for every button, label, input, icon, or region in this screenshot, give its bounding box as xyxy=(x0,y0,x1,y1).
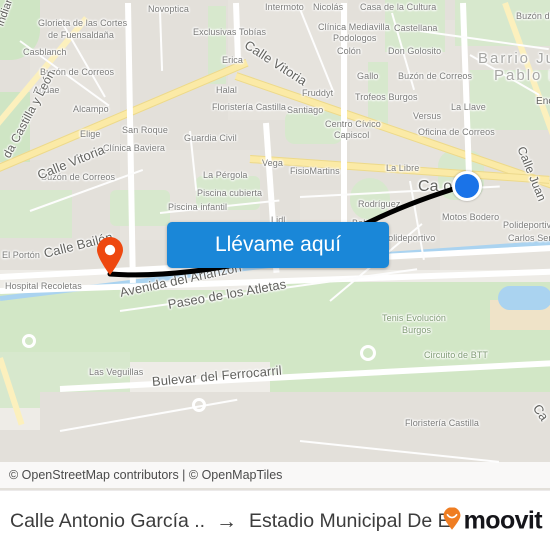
map-poi-label: Barrio Juan xyxy=(478,50,550,67)
map-poi-label: Versus xyxy=(413,111,442,121)
map-poi-label: Podologos xyxy=(333,33,377,43)
map-poi-label: Circuito de BTT xyxy=(424,350,489,360)
moovit-wordmark: moovit xyxy=(463,506,543,535)
map-poi-label: San Roque xyxy=(122,125,168,135)
map-poi-label: Don Golosito xyxy=(388,46,442,56)
map-poi-label: Erica xyxy=(222,55,244,65)
destination-label[interactable]: Estadio Municipal De El P... xyxy=(249,510,461,533)
map-poi-label: Carlos Serna xyxy=(508,233,550,243)
map-poi-label: Alcampo xyxy=(73,104,109,114)
map-poi-label: Polideportivo xyxy=(382,233,436,243)
map-poi-label: Burgos xyxy=(402,325,432,335)
map-attribution: © OpenStreetMap contributors | © OpenMap… xyxy=(0,462,550,488)
map-poi-label: Exclusivas Tobías xyxy=(193,27,267,37)
map-poi-label: Rodríguez xyxy=(358,199,401,209)
moovit-pin-icon xyxy=(442,506,462,535)
map-street-label: Enc xyxy=(536,96,550,107)
take-me-here-label: Llévame aquí xyxy=(214,233,342,256)
map-poi-label: Capiscol xyxy=(334,130,370,140)
map-poi-label: Novoptica xyxy=(148,4,189,14)
origin-label[interactable]: Calle Antonio García ... xyxy=(0,510,206,533)
origin-pin[interactable] xyxy=(95,236,125,276)
map-park xyxy=(0,190,72,238)
map-poi-label: Fruddyt xyxy=(302,88,334,98)
map-poi-label: Nicolás xyxy=(313,2,344,12)
map-roundabout xyxy=(360,345,376,361)
map-poi-label: La Pérgola xyxy=(203,170,248,180)
map-poi-label: Intermoto xyxy=(265,2,304,12)
map-poi-label: Gallo xyxy=(357,71,379,81)
map-poi-label: Casa de la Cultura xyxy=(360,2,437,12)
map-park xyxy=(110,190,170,226)
map-poi-label: Polideportivo xyxy=(503,220,550,230)
map-poi-label: Oficina de Correos xyxy=(418,127,495,137)
map-poi-label: FisioMartins xyxy=(290,166,340,176)
map-poi-label: Floristería Castilla xyxy=(405,418,480,428)
map-poi-label: Glorieta de las Cortes xyxy=(38,18,128,28)
map-canvas[interactable]: Novoptica Intermoto Nicolás Casa de la Cult… xyxy=(0,0,550,490)
attribution-text: © OpenStreetMap contributors | © OpenMap… xyxy=(9,468,283,482)
map-lake xyxy=(498,286,550,310)
map-poi-label: La Llave xyxy=(451,102,486,112)
map-poi-label: Buzón de Correos xyxy=(398,71,473,81)
map-poi-label: de Fuensaldaña xyxy=(48,30,114,40)
take-me-here-button[interactable]: Llévame aquí xyxy=(167,222,389,268)
map-street-label: Ca ol xyxy=(418,178,456,195)
moovit-logo[interactable]: moovit xyxy=(442,506,543,536)
map-poi-label: Hospital Recoletas xyxy=(5,281,82,291)
map-roundabout xyxy=(192,398,206,412)
map-poi-label: Guardia Civil xyxy=(184,133,237,143)
map-poi-label: Colón xyxy=(337,46,362,56)
map-poi-label: Tenis Evolución xyxy=(382,313,447,323)
map-poi-label: Motos Bodero xyxy=(442,212,500,222)
map-poi-label: Pablo II xyxy=(494,67,550,84)
map-poi-label: Piscina infantil xyxy=(168,202,228,212)
map-poi-label: Halal xyxy=(216,85,238,95)
map-poi-label: El Portón xyxy=(2,250,40,260)
map-poi-label: Buzón de Correos xyxy=(516,11,550,21)
map-roundabout xyxy=(22,334,36,348)
map-poi-label: Clínica Mediavilla xyxy=(318,22,390,32)
map-poi-label: Casblanch xyxy=(23,47,67,57)
destination-dot[interactable] xyxy=(452,171,482,201)
map-poi-label: Trofeos Burgos xyxy=(355,92,418,102)
map-poi-label: Piscina cubierta xyxy=(197,188,263,198)
map-poi-label: Las Veguillas xyxy=(89,367,144,377)
map-poi-label: La Libre xyxy=(386,163,420,173)
map-block xyxy=(440,190,550,270)
map-poi-label: Clínica Baviera xyxy=(103,143,166,153)
map-poi-label: Floristería Castilla xyxy=(212,102,287,112)
map-poi-label: Castellana xyxy=(394,23,438,33)
arrow-icon: → xyxy=(216,509,237,533)
route-footer: Calle Antonio García ... → Estadio Munic… xyxy=(0,490,550,550)
moovit-map-screen: Novoptica Intermoto Nicolás Casa de la Cult… xyxy=(0,0,550,550)
map-poi-label: Santiago xyxy=(287,105,324,115)
map-poi-label: Elige xyxy=(80,129,101,139)
map-poi-label: Centro Cívico xyxy=(325,119,381,129)
map-poi-label: Vega xyxy=(262,158,283,168)
